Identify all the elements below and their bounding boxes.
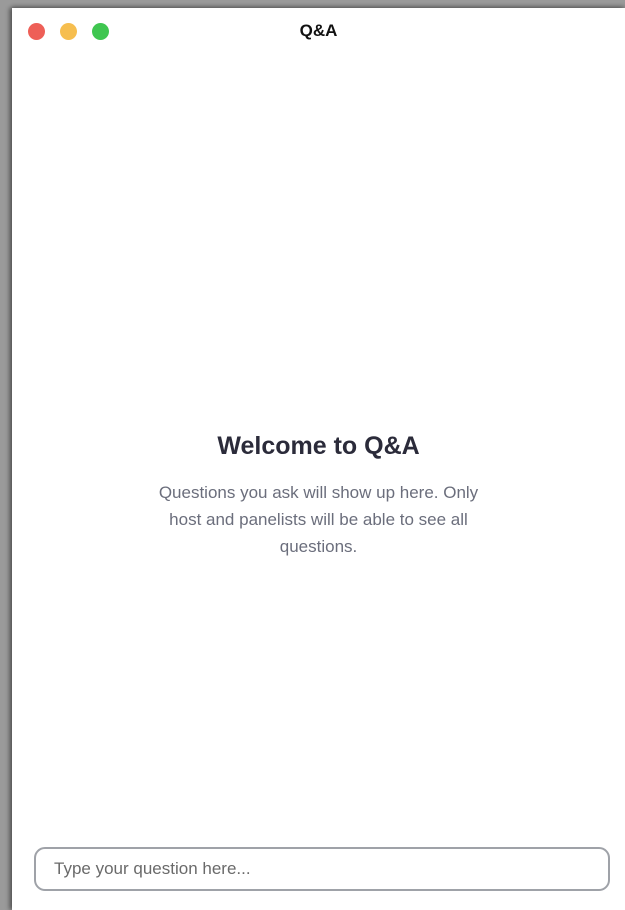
question-input[interactable] — [34, 847, 610, 891]
welcome-title: Welcome to Q&A — [217, 432, 420, 460]
qa-window: Q&A Welcome to Q&A Questions you ask wil… — [12, 8, 625, 910]
welcome-panel: Welcome to Q&A Questions you ask will sh… — [12, 432, 625, 560]
window-title: Q&A — [299, 21, 338, 40]
welcome-description: Questions you ask will show up here. Onl… — [158, 483, 479, 556]
title-bar: Q&A — [12, 8, 625, 54]
